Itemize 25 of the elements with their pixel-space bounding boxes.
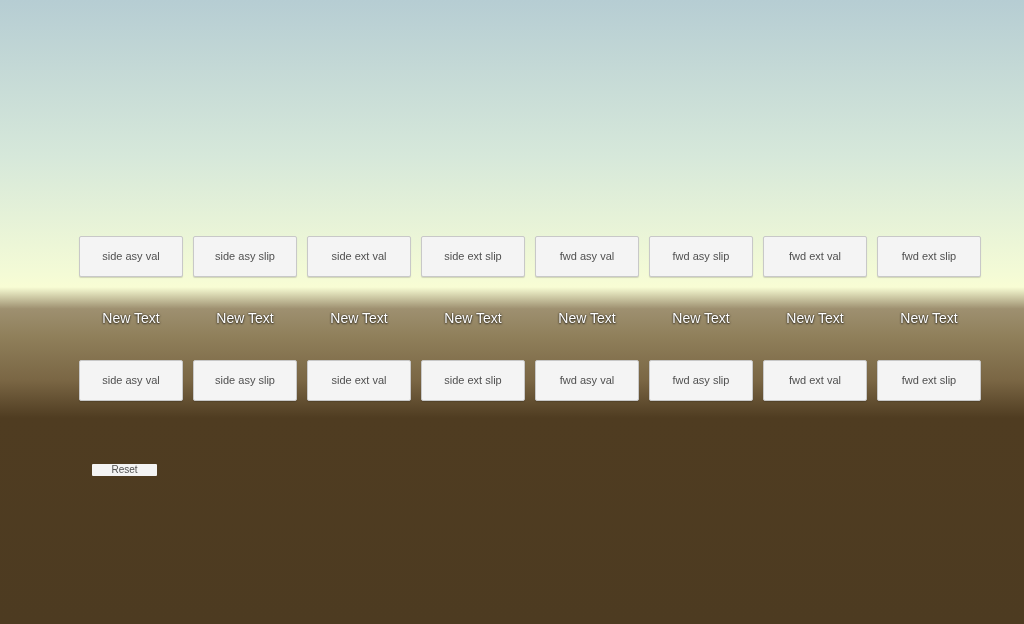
text-label: New Text [558, 309, 616, 328]
text-label: New Text [330, 309, 388, 328]
scene-button[interactable]: fwd ext slip [877, 236, 981, 277]
scene-button[interactable]: side asy val [79, 236, 183, 277]
scene-button[interactable]: fwd asy val [535, 236, 639, 277]
scene-button[interactable]: side ext slip [421, 236, 525, 277]
text-label: New Text [786, 309, 844, 328]
reset-button[interactable]: Reset [92, 464, 157, 476]
text-label: New Text [216, 309, 274, 328]
scene-button[interactable]: side asy slip [193, 360, 297, 401]
text-label: New Text [672, 309, 730, 328]
scene-button[interactable]: fwd asy slip [649, 236, 753, 277]
scene-button[interactable]: side ext slip [421, 360, 525, 401]
scene-button[interactable]: fwd asy slip [649, 360, 753, 401]
text-label: New Text [900, 309, 958, 328]
text-label: New Text [444, 309, 502, 328]
scene-button[interactable]: side asy val [79, 360, 183, 401]
scene-button[interactable]: fwd ext val [763, 236, 867, 277]
scene-button[interactable]: side asy slip [193, 236, 297, 277]
scene-button[interactable]: fwd asy val [535, 360, 639, 401]
scene-button[interactable]: side ext val [307, 236, 411, 277]
scene-button[interactable]: fwd ext val [763, 360, 867, 401]
scene-button[interactable]: fwd ext slip [877, 360, 981, 401]
text-label: New Text [102, 309, 160, 328]
scene-button[interactable]: side ext val [307, 360, 411, 401]
